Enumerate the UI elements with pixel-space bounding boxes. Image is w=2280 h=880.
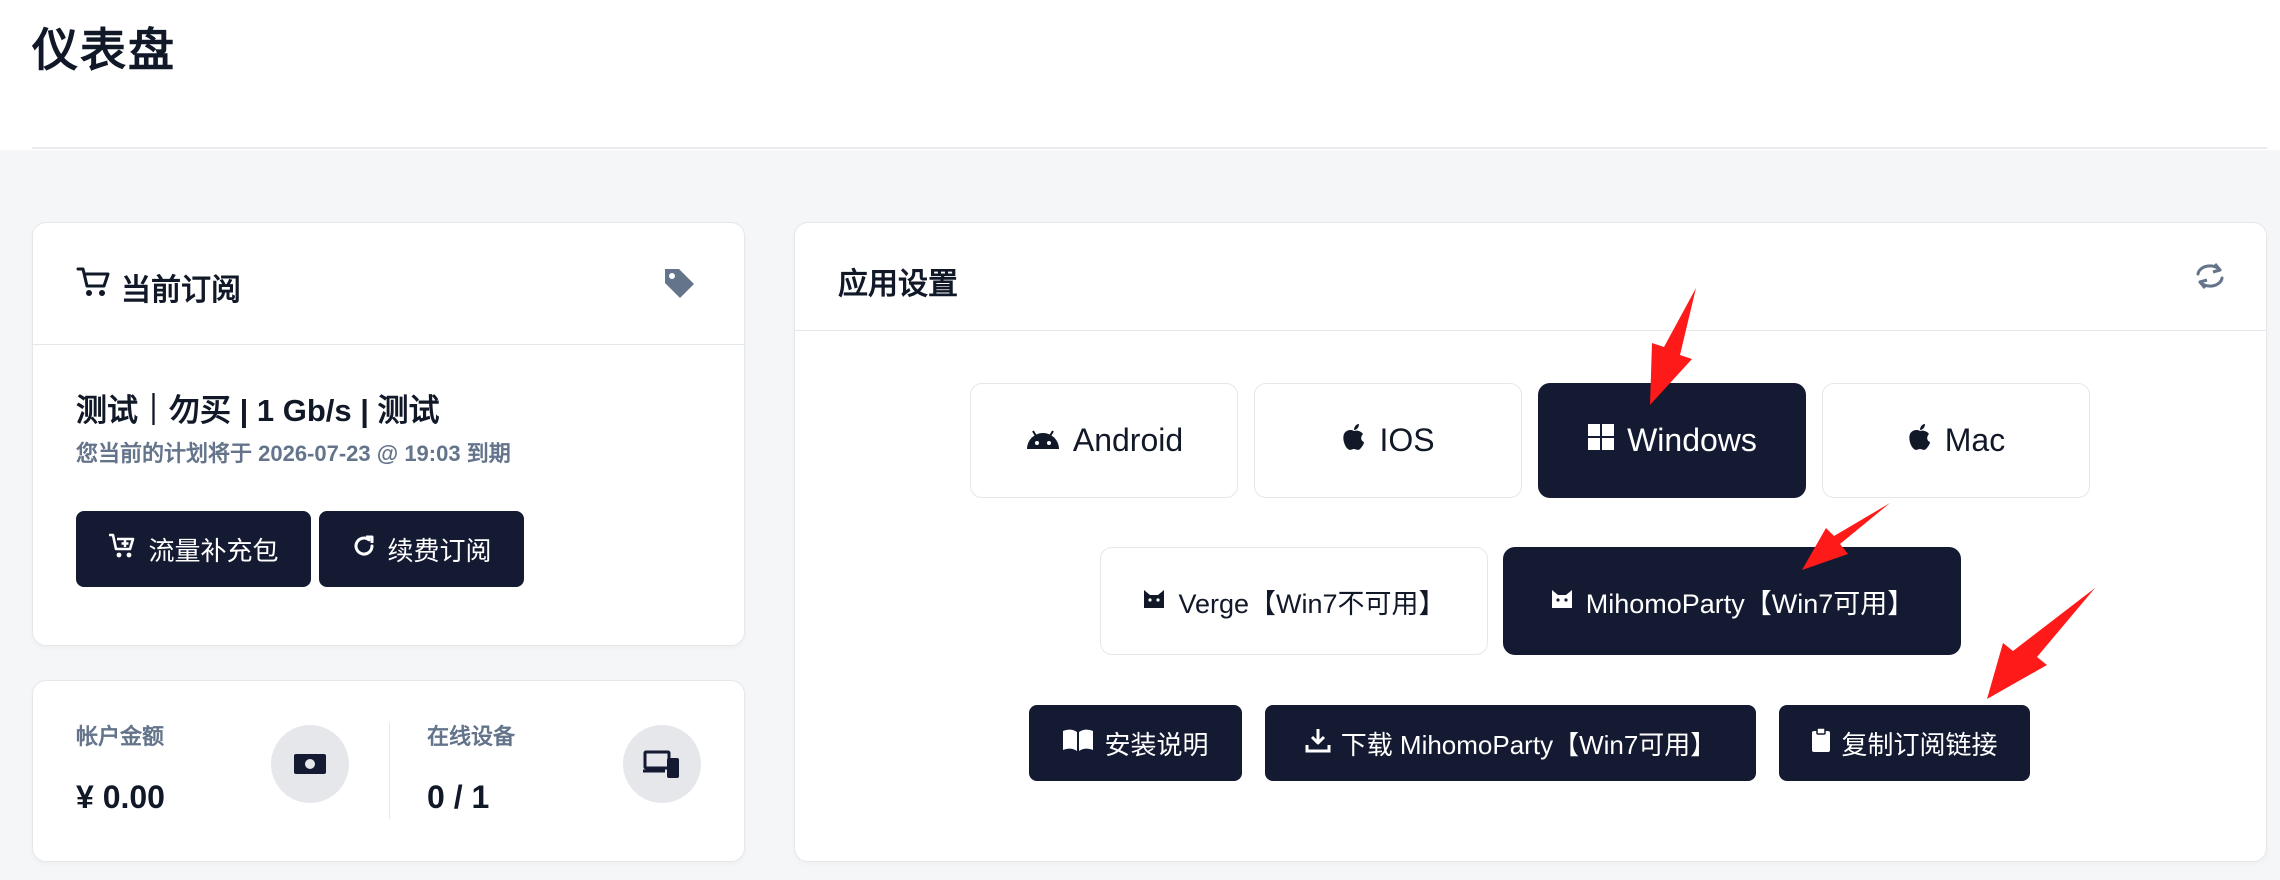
install-guide-label: 安装说明 [1104,729,1209,760]
traffic-pack-label: 流量补充包 [148,535,279,566]
online-devices-value: 0 / 1 [427,779,490,815]
client-mihomoparty-button[interactable]: MihomoParty【Win7可用】 [1503,547,1961,655]
plan-name: 测试｜勿买 | 1 Gb/s | 测试 [76,393,440,428]
devices-icon [623,725,701,803]
platform-windows-label: Windows [1627,422,1757,458]
copy-subscription-link-button[interactable]: 复制订阅链接 [1779,705,2030,781]
platform-ios-label: IOS [1379,422,1435,458]
platform-mac-button[interactable]: Mac [1822,383,2090,498]
client-mihomoparty-label: MihomoParty【Win7可用】 [1585,588,1915,619]
traffic-pack-button[interactable]: 流量补充包 [76,511,311,587]
platform-ios-button[interactable]: IOS [1254,383,1522,498]
cart-plus-icon [108,532,138,567]
apple-icon [1341,422,1367,460]
tag-icon[interactable] [661,265,697,306]
refresh-icon [351,533,377,566]
online-devices-label: 在线设备 [427,724,516,749]
download-client-button[interactable]: 下载 MihomoParty【Win7可用】 [1265,705,1756,781]
balance-label: 帐户金额 [76,724,165,749]
windows-icon [1587,422,1615,459]
subscription-heading: 当前订阅 [121,274,241,307]
swap-refresh-icon[interactable] [2193,259,2227,298]
apple-icon [1907,422,1933,460]
platform-android-button[interactable]: Android [970,383,1238,498]
account-stats-card: 帐户金额 ¥ 0.00 在线设备 0 / 1 [32,680,745,862]
install-guide-button[interactable]: 安装说明 [1029,705,1242,781]
annotation-arrow-copy-link [1987,588,2095,699]
plan-expiry-text: 您当前的计划将于 2026-07-23 @ 19:03 到期 [76,441,511,466]
annotation-arrow-mihomoparty [1802,503,1890,570]
app-settings-header: 应用设置 [795,223,2266,331]
client-verge-button[interactable]: Verge【Win7不可用】 [1100,547,1488,655]
page-title: 仪表盘 [32,24,176,76]
book-icon [1062,728,1094,759]
stats-separator [389,723,390,819]
platform-android-label: Android [1072,422,1184,458]
current-subscription-card: 当前订阅 测试｜勿买 | 1 Gb/s | 测试 您当前的计划将于 2026-0… [32,222,745,646]
copy-link-label: 复制订阅链接 [1841,729,1998,760]
money-icon [271,725,349,803]
android-icon [1025,422,1061,459]
client-verge-label: Verge【Win7不可用】 [1178,588,1446,619]
header-divider [32,147,2267,149]
download-client-label: 下载 MihomoParty【Win7可用】 [1340,729,1717,760]
cat-icon [1550,586,1574,617]
subscription-card-header: 当前订阅 [33,223,744,345]
balance-value: ¥ 0.00 [76,779,165,815]
renew-subscription-button[interactable]: 续费订阅 [319,511,524,587]
header-band [0,0,2280,150]
download-icon [1305,727,1331,760]
cat-icon [1142,586,1166,617]
renew-label: 续费订阅 [387,535,492,566]
app-settings-card: 应用设置 Android IOS Windows Mac Verge【Win7不… [794,222,2267,862]
cart-icon [76,265,112,304]
clipboard-icon [1811,726,1831,760]
annotation-arrow-windows [1650,288,1696,405]
app-settings-heading: 应用设置 [838,268,958,301]
platform-mac-label: Mac [1944,422,2006,458]
